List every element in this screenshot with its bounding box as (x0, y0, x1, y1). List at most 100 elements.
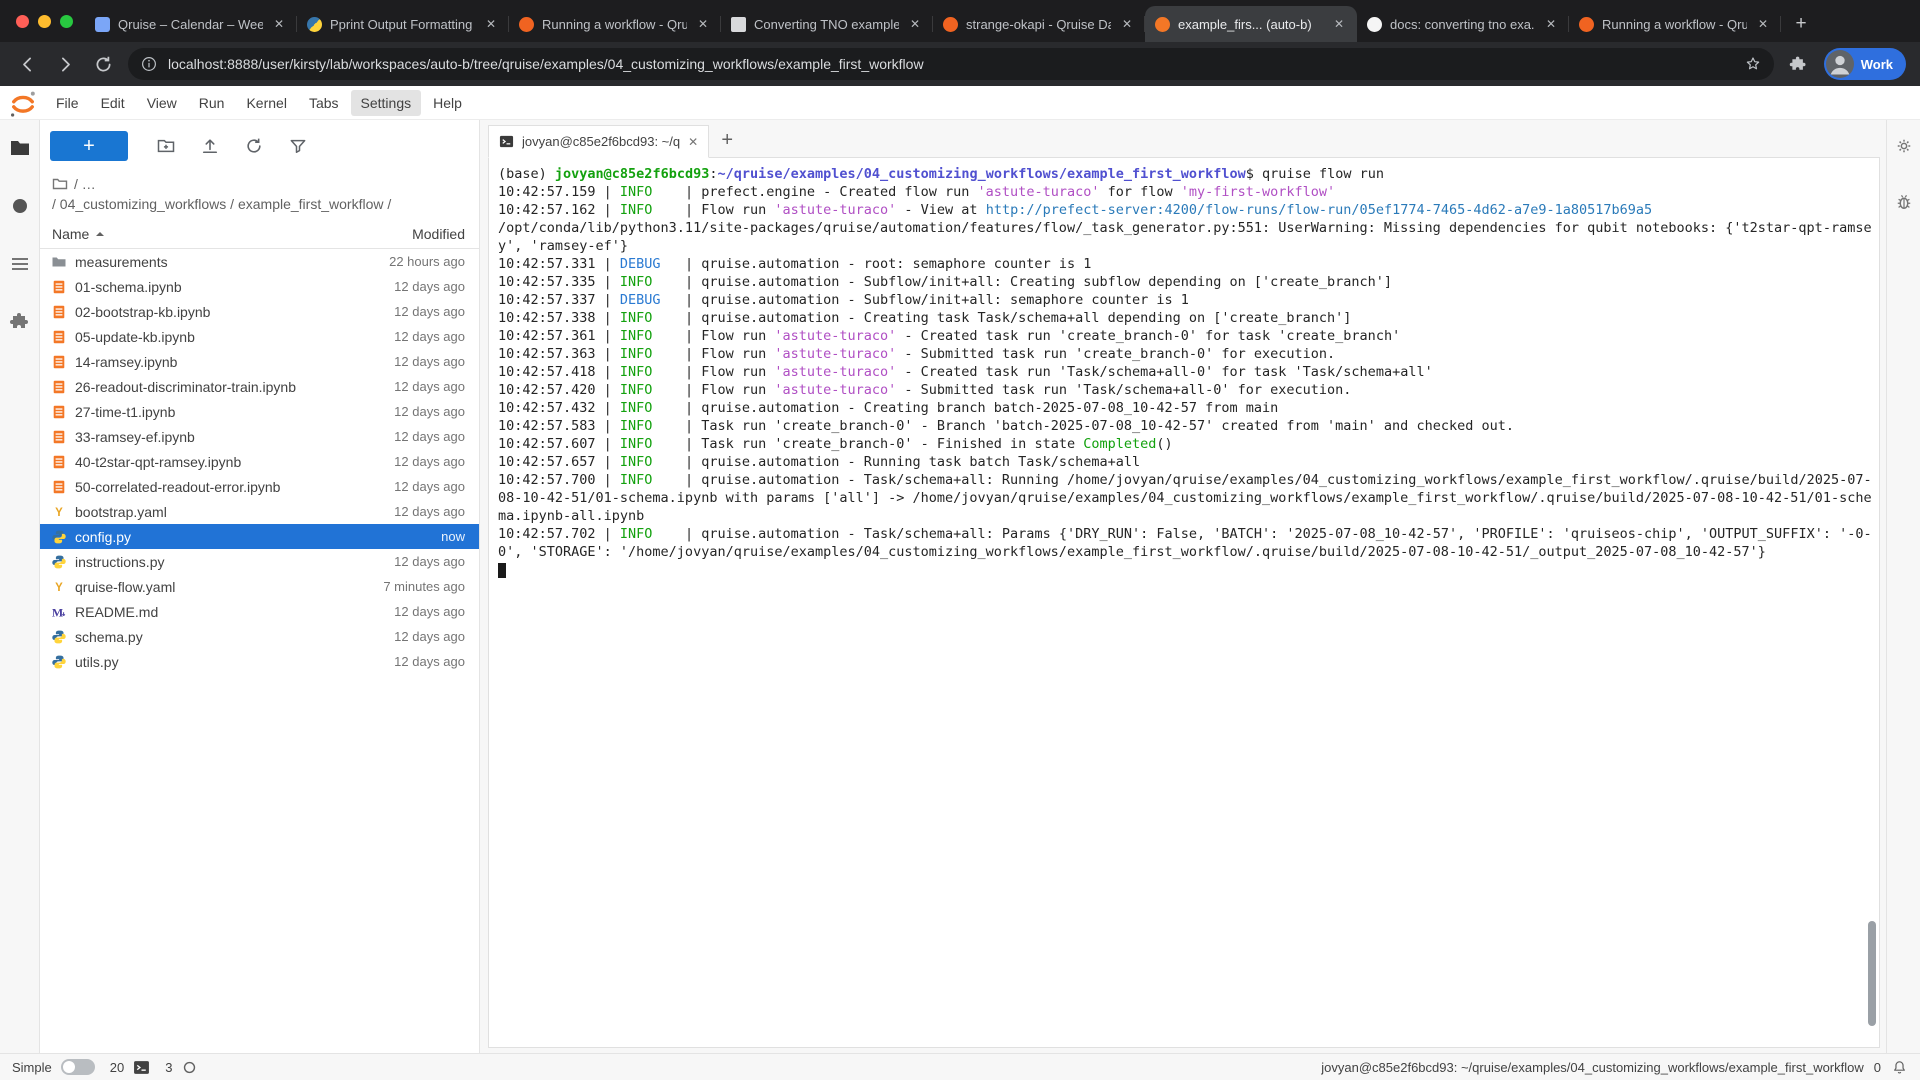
kernel-count[interactable]: 20 (110, 1060, 124, 1075)
property-inspector-icon[interactable] (1894, 136, 1914, 156)
markdown-file-icon: M (51, 604, 67, 620)
file-modified: 22 hours ago (389, 254, 465, 269)
menu-tabs[interactable]: Tabs (299, 90, 349, 116)
file-row[interactable]: 26-readout-discriminator-train.ipynb12 d… (40, 374, 479, 399)
file-row[interactable]: 50-correlated-readout-error.ipynb12 days… (40, 474, 479, 499)
file-modified: 12 days ago (394, 479, 465, 494)
terminal-count[interactable]: 3 (165, 1060, 172, 1075)
menu-edit[interactable]: Edit (91, 90, 135, 116)
extensions-icon[interactable] (1786, 51, 1812, 77)
name-column-header[interactable]: Name (52, 226, 89, 242)
file-row[interactable]: MREADME.md12 days ago (40, 599, 479, 624)
file-modified: 7 minutes ago (383, 579, 465, 594)
file-row[interactable]: instructions.py12 days ago (40, 549, 479, 574)
tab-close-icon[interactable] (1543, 16, 1559, 32)
file-row[interactable]: measurements 22 hours ago (40, 249, 479, 274)
svg-text:M: M (52, 605, 63, 619)
terminal-panel[interactable]: (base) jovyan@c85e2f6bcd93:~/qruise/exam… (488, 158, 1880, 1048)
minimize-window-button[interactable] (38, 15, 51, 28)
breadcrumb-ellipsis[interactable]: / … (74, 174, 96, 194)
browser-tab[interactable]: Qruise – Calendar – Week... (85, 6, 297, 42)
refresh-icon[interactable] (244, 136, 264, 156)
file-row[interactable]: Yqruise-flow.yaml7 minutes ago (40, 574, 479, 599)
browser-tab[interactable]: strange-okapi - Qruise Da... (933, 6, 1145, 42)
notebook-file-icon (51, 354, 67, 370)
extension-manager-icon[interactable] (8, 310, 32, 334)
filter-icon[interactable] (288, 136, 308, 156)
file-browser-icon[interactable] (8, 136, 32, 160)
terminal-line: /opt/conda/lib/python3.11/site-packages/… (498, 219, 1873, 255)
file-row[interactable]: 02-bootstrap-kb.ipynb12 days ago (40, 299, 479, 324)
browser-tab[interactable]: example_firs... (auto-b) (1145, 6, 1357, 42)
new-dock-tab-button[interactable] (709, 124, 745, 157)
terminal-scrollbar[interactable] (1868, 921, 1876, 1026)
svg-text:Y: Y (55, 582, 63, 594)
terminal-tab-title: jovyan@c85e2f6bcd93: ~/q (522, 134, 680, 149)
tab-close-icon[interactable] (1331, 16, 1347, 32)
upload-icon[interactable] (200, 136, 220, 156)
file-row[interactable]: 40-t2star-qpt-ramsey.ipynb12 days ago (40, 449, 479, 474)
menu-run[interactable]: Run (189, 90, 235, 116)
bell-icon[interactable] (1891, 1059, 1908, 1076)
menu-settings[interactable]: Settings (351, 90, 422, 116)
tab-close-icon[interactable] (1119, 16, 1135, 32)
simple-mode-toggle[interactable] (61, 1059, 95, 1075)
debugger-icon[interactable] (1894, 192, 1914, 212)
forward-icon[interactable] (52, 51, 78, 77)
new-folder-icon[interactable] (156, 136, 176, 156)
breadcrumb-path[interactable]: / 04_customizing_workflows / example_fir… (52, 194, 467, 214)
file-row[interactable]: config.pynow (40, 524, 479, 549)
kernel-status-icon[interactable] (181, 1059, 198, 1076)
close-window-button[interactable] (16, 15, 29, 28)
terminal-tab[interactable]: jovyan@c85e2f6bcd93: ~/q (488, 125, 709, 158)
file-name: 40-t2star-qpt-ramsey.ipynb (75, 454, 386, 470)
close-tab-icon[interactable] (688, 135, 698, 149)
address-bar[interactable]: localhost:8888/user/kirsty/lab/workspace… (128, 48, 1774, 80)
file-row[interactable]: 01-schema.ipynb12 days ago (40, 274, 479, 299)
file-list-header[interactable]: Name Modified (40, 220, 479, 249)
profile-chip[interactable]: Work (1824, 48, 1906, 80)
file-modified: 12 days ago (394, 554, 465, 569)
tab-close-icon[interactable] (483, 16, 499, 32)
tab-close-icon[interactable] (907, 16, 923, 32)
new-launcher-button[interactable] (50, 131, 128, 161)
menu-file[interactable]: File (46, 90, 89, 116)
modified-column-header[interactable]: Modified (412, 226, 465, 242)
browser-tab[interactable]: Converting TNO example... (721, 6, 933, 42)
terminal-line: 10:42:57.420 | INFO | Flow run 'astute-t… (498, 381, 1873, 399)
site-info-icon[interactable] (140, 55, 158, 73)
file-row[interactable]: Ybootstrap.yaml12 days ago (40, 499, 479, 524)
file-row[interactable]: 33-ramsey-ef.ipynb12 days ago (40, 424, 479, 449)
running-sessions-icon[interactable] (8, 194, 32, 218)
menu-kernel[interactable]: Kernel (236, 90, 296, 116)
browser-tab[interactable]: Pprint Output Formatting (297, 6, 509, 42)
browser-tab-strip-bar: Qruise – Calendar – Week...Pprint Output… (0, 0, 1920, 42)
notification-count[interactable]: 0 (1874, 1060, 1881, 1075)
back-icon[interactable] (14, 51, 40, 77)
file-row[interactable]: 05-update-kb.ipynb12 days ago (40, 324, 479, 349)
new-tab-button[interactable] (1787, 10, 1815, 38)
zoom-window-button[interactable] (60, 15, 73, 28)
browser-tab-title: Running a workflow - Qru... (542, 17, 687, 32)
browser-tab[interactable]: docs: converting tno exa... (1357, 6, 1569, 42)
table-of-contents-icon[interactable] (8, 252, 32, 276)
file-name: config.py (75, 529, 433, 545)
file-row[interactable]: schema.py12 days ago (40, 624, 479, 649)
file-row[interactable]: 27-time-t1.ipynb12 days ago (40, 399, 479, 424)
file-row[interactable]: 14-ramsey.ipynb12 days ago (40, 349, 479, 374)
tab-close-icon[interactable] (695, 16, 711, 32)
breadcrumb[interactable]: / … / 04_customizing_workflows / example… (40, 170, 479, 220)
file-modified: 12 days ago (394, 329, 465, 344)
tab-close-icon[interactable] (1755, 16, 1771, 32)
menu-view[interactable]: View (137, 90, 187, 116)
browser-tab[interactable]: Running a workflow - Qru... (509, 6, 721, 42)
terminal-status-icon[interactable] (133, 1059, 150, 1076)
reload-icon[interactable] (90, 51, 116, 77)
file-name: measurements (75, 254, 381, 270)
home-folder-icon[interactable] (52, 176, 68, 192)
file-row[interactable]: utils.py12 days ago (40, 649, 479, 674)
bookmark-star-icon[interactable] (1744, 55, 1762, 73)
menu-help[interactable]: Help (423, 90, 472, 116)
browser-tab[interactable]: Running a workflow - Qru... (1569, 6, 1781, 42)
tab-close-icon[interactable] (271, 16, 287, 32)
